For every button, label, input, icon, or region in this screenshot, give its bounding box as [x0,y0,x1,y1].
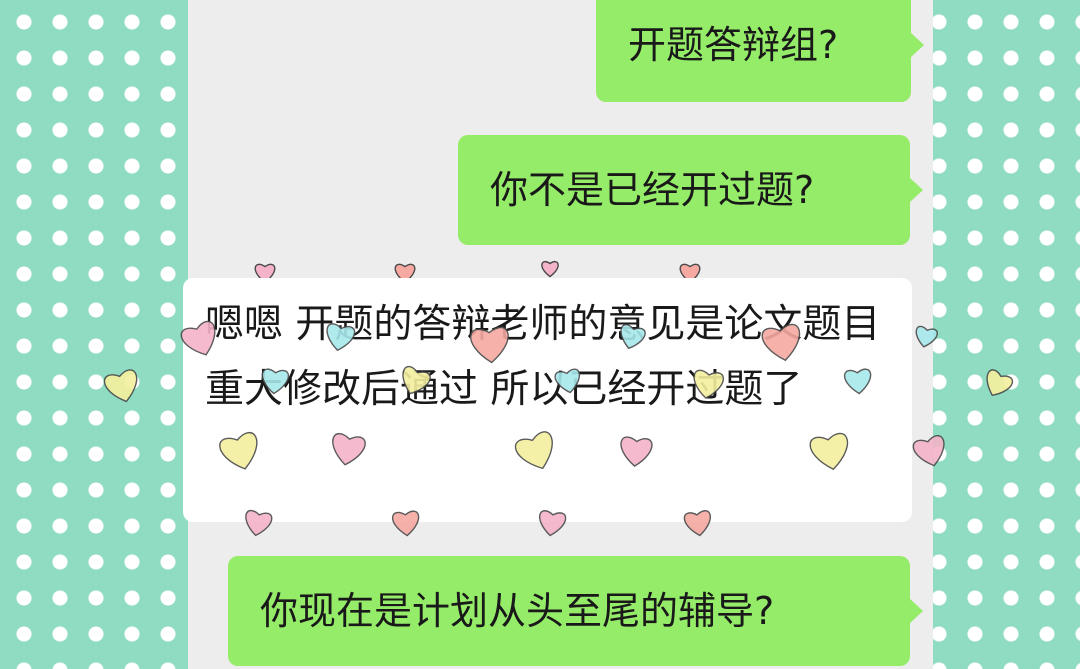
message-bubble-sent[interactable]: 开题答辩组? [596,0,924,102]
message-bubble-sent[interactable]: 你现在是计划从头至尾的辅导? [228,556,923,666]
message-text: 你不是已经开过题? [490,168,815,212]
message-text: 嗯嗯 开题的答辩老师的意见是论文题目重大修改后通过 所以已经开过题了 [205,302,881,412]
polka-dot-wallpaper-left [0,0,195,669]
message-bubble-sent[interactable]: 你不是已经开过题? [458,135,923,245]
message-text: 开题答辩组? [628,23,839,67]
polka-dot-wallpaper-right [915,0,1080,669]
message-text: 你现在是计划从头至尾的辅导? [260,589,775,633]
message-bubble-received[interactable]: 嗯嗯 开题的答辩老师的意见是论文题目重大修改后通过 所以已经开过题了 [183,278,912,522]
